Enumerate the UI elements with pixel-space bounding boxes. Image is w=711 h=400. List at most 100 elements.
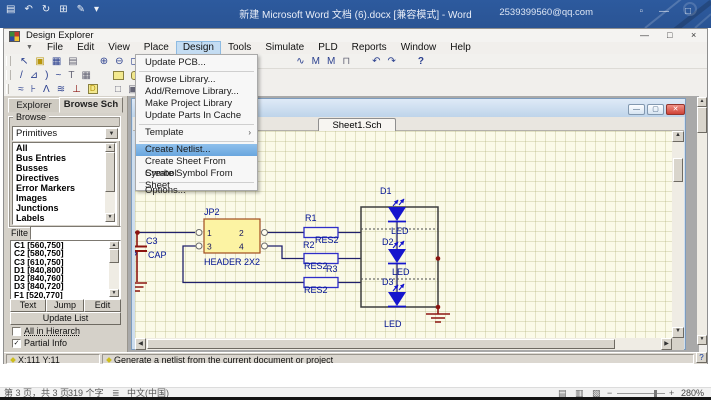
draw-curve-icon[interactable]: ~ — [56, 70, 62, 81]
menu-item-browse-library[interactable]: Browse Library... — [136, 74, 257, 86]
list-item[interactable]: Error Markers — [13, 183, 116, 193]
place-port-icon[interactable]: D — [88, 84, 98, 94]
type-led-3[interactable]: LED — [384, 319, 402, 329]
app-close-button[interactable]: × — [691, 30, 696, 41]
chevron-down-icon[interactable]: ▼ — [105, 128, 118, 139]
canvas-scroll-up-icon[interactable]: ▲ — [672, 131, 684, 142]
doc-maximize-button[interactable]: ▢ — [647, 104, 664, 115]
tab-sheet1-sch[interactable]: Sheet1.Sch — [318, 118, 396, 132]
list-item[interactable]: Directives — [13, 173, 116, 183]
canvas-vscroll-thumb[interactable] — [673, 158, 683, 182]
place-wire-icon[interactable]: ≈ — [18, 84, 24, 95]
save-icon[interactable]: ▤ — [6, 4, 15, 15]
help-tool-icon[interactable]: ? — [418, 56, 424, 67]
tab-browse-sch[interactable]: Browse Sch — [59, 97, 123, 113]
save-document-icon[interactable]: ▦ — [52, 56, 61, 67]
qat-more-icon[interactable]: ▾ — [94, 4, 99, 15]
part-d1[interactable] — [388, 207, 406, 222]
part-d2[interactable] — [388, 249, 406, 264]
scrollbar-thumb[interactable] — [109, 249, 119, 263]
undo-tool-icon[interactable]: ↶ — [372, 56, 380, 67]
jump-button[interactable]: Jump — [46, 299, 84, 312]
type-led-1[interactable]: LED — [391, 226, 409, 236]
canvas-scroll-right-icon[interactable]: ▶ — [661, 338, 672, 350]
menu-item-update-pcb[interactable]: Update PCB... — [136, 57, 257, 69]
probe-icon[interactable]: M — [312, 56, 320, 67]
type-res2-2[interactable]: RES2 — [304, 261, 328, 271]
type-cap[interactable]: CAP — [148, 250, 167, 260]
outer-vscroll-thumb[interactable] — [697, 107, 707, 133]
print-icon[interactable]: ▤ — [68, 56, 77, 67]
scrollbar-thumb[interactable] — [105, 152, 115, 192]
place-bus-icon[interactable]: ≋ — [57, 84, 65, 95]
gnd-symbol-left[interactable] — [135, 283, 147, 291]
place-part-icon[interactable]: □ — [115, 84, 121, 95]
objects-list[interactable]: C1 [560,750] C2 [580,750] C3 [610,750] D… — [10, 240, 121, 300]
menu-item-create-symbol-from-sheet[interactable]: Create Symbol From Sheet — [136, 168, 257, 180]
designator-c3[interactable]: C3 — [146, 236, 158, 246]
list-item[interactable]: All — [13, 143, 116, 153]
mixed-sim-icon[interactable]: ⊓ — [342, 56, 350, 67]
run-simulation-icon[interactable]: ∿ — [296, 56, 304, 67]
zoom-out-icon[interactable]: ⊖ — [115, 56, 123, 67]
draw-rectangle-icon[interactable] — [113, 71, 124, 80]
designator-d1[interactable]: D1 — [380, 186, 392, 196]
menu-reports[interactable]: Reports — [346, 42, 393, 54]
word-maximize-button[interactable]: □ — [685, 6, 691, 17]
menu-item-template[interactable]: Template › — [136, 127, 257, 139]
probe-node-icon[interactable]: M — [327, 56, 335, 67]
outer-scroll-up-icon[interactable]: ▲ — [697, 97, 707, 107]
menu-item-create-netlist[interactable]: Create Netlist... — [136, 144, 257, 156]
list-item[interactable]: Bus Entries — [13, 153, 116, 163]
word-minimize-button[interactable]: — — [659, 6, 669, 17]
part-jp2[interactable] — [204, 219, 260, 253]
undo-icon[interactable]: ↶ — [24, 4, 32, 15]
all-in-hierarchy-checkbox[interactable] — [12, 327, 21, 336]
ribbon-options-icon[interactable]: ▫ — [639, 6, 643, 17]
type-res2-3[interactable]: RES2 — [304, 285, 328, 295]
menu-design[interactable]: Design — [177, 42, 220, 54]
doc-close-button[interactable]: ✕ — [666, 104, 685, 115]
list-item[interactable]: Images — [13, 193, 116, 203]
toolbar-grip[interactable] — [6, 70, 11, 80]
type-res2-1[interactable]: RES2 — [315, 235, 339, 245]
list-item[interactable]: Junctions — [13, 203, 116, 213]
paste-picture-icon[interactable]: ▦ — [81, 70, 90, 81]
draw-polygon-icon[interactable]: ⊿ — [30, 70, 38, 81]
toolbar-grip[interactable] — [6, 56, 11, 66]
design-explorer-titlebar[interactable]: Design Explorer — [4, 29, 707, 42]
status-help-button[interactable]: ? — [696, 352, 707, 363]
redo-icon[interactable]: ↻ — [42, 4, 50, 15]
doc-minimize-button[interactable]: — — [628, 104, 645, 115]
app-minimize-button[interactable]: — — [640, 30, 649, 41]
zoom-slider-thumb[interactable] — [654, 390, 657, 397]
designator-d2[interactable]: D2 — [382, 237, 394, 247]
draw-arc-icon[interactable]: ) — [45, 70, 48, 81]
canvas-scroll-left-icon[interactable]: ◀ — [135, 338, 146, 350]
menu-tools[interactable]: Tools — [222, 42, 257, 54]
menu-help[interactable]: Help — [444, 42, 477, 54]
draw-icon[interactable]: ✎ — [77, 4, 85, 15]
touch-mode-icon[interactable]: ⊞ — [59, 4, 67, 15]
scroll-down-icon[interactable]: ▼ — [105, 213, 115, 222]
scroll-up-icon[interactable]: ▲ — [105, 143, 115, 152]
outer-scroll-down-icon[interactable]: ▼ — [697, 335, 707, 345]
designator-jp2[interactable]: JP2 — [204, 207, 220, 217]
menu-item-options[interactable]: Options... — [136, 185, 257, 197]
draw-text-icon[interactable]: T — [68, 70, 74, 81]
list-item[interactable]: Busses — [13, 163, 116, 173]
menu-view[interactable]: View — [102, 42, 136, 54]
primitives-list[interactable]: All Bus Entries Busses Directives Error … — [12, 142, 117, 225]
redo-tool-icon[interactable]: ↷ — [388, 56, 396, 67]
list-item[interactable]: Labels — [13, 213, 116, 223]
place-gnd-icon[interactable]: ⊥ — [72, 84, 81, 95]
account-email[interactable]: 2539399560@qq.com — [499, 7, 593, 18]
scroll-down-icon[interactable]: ▼ — [109, 289, 119, 297]
menu-item-update-parts-in-cache[interactable]: Update Parts In Cache — [136, 110, 257, 122]
menu-place[interactable]: Place — [138, 42, 175, 54]
menu-window[interactable]: Window — [395, 42, 443, 54]
type-header2x2[interactable]: HEADER 2X2 — [204, 257, 260, 267]
designator-r2[interactable]: R2 — [303, 240, 315, 250]
menu-pld[interactable]: PLD — [312, 42, 343, 54]
list-item[interactable]: F1 [520,770] — [11, 291, 120, 299]
